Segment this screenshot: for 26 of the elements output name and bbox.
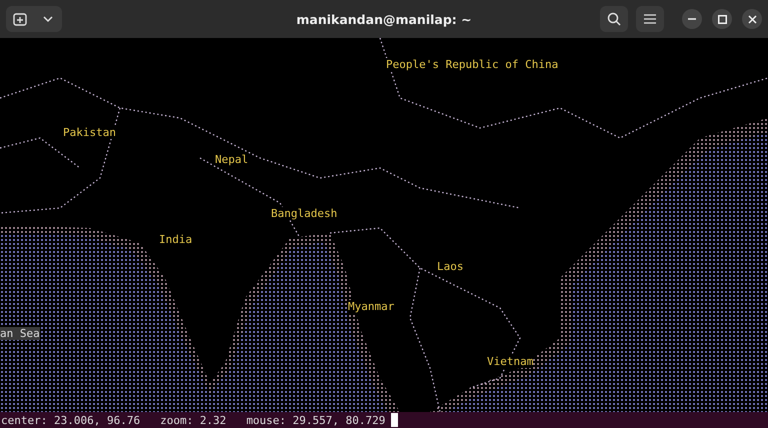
new-tab-icon [13, 12, 27, 26]
close-button[interactable] [742, 9, 762, 29]
status-text: zoom: 2.32 [160, 414, 226, 426]
map-label: People's Republic of China [386, 58, 558, 71]
text-cursor [391, 413, 398, 427]
window-title: manikandan@manilap: ~ [296, 12, 472, 26]
maximize-button[interactable] [712, 9, 732, 29]
search-button[interactable] [600, 6, 628, 32]
minimize-button[interactable] [682, 9, 702, 29]
map-label: Pakistan [63, 126, 116, 139]
map-label: an Sea [0, 327, 40, 340]
status-text: center: 23.006, 96.76 [1, 414, 140, 426]
maximize-icon [718, 14, 726, 24]
chevron-down-icon [42, 15, 54, 23]
map-label: India [159, 233, 192, 246]
map-label: Vietnam [487, 355, 534, 368]
map-label: Myanmar [348, 300, 394, 313]
map-label: Bangladesh [271, 207, 338, 220]
menu-button[interactable] [636, 6, 664, 32]
search-icon [607, 12, 621, 26]
close-icon [748, 14, 756, 24]
status-text: mouse: 29.557, 80.729 [246, 414, 386, 426]
map-label: Nepal [215, 153, 248, 166]
minimize-icon [688, 18, 696, 20]
menu-icon [644, 14, 656, 24]
map-label: Laos [437, 260, 464, 273]
